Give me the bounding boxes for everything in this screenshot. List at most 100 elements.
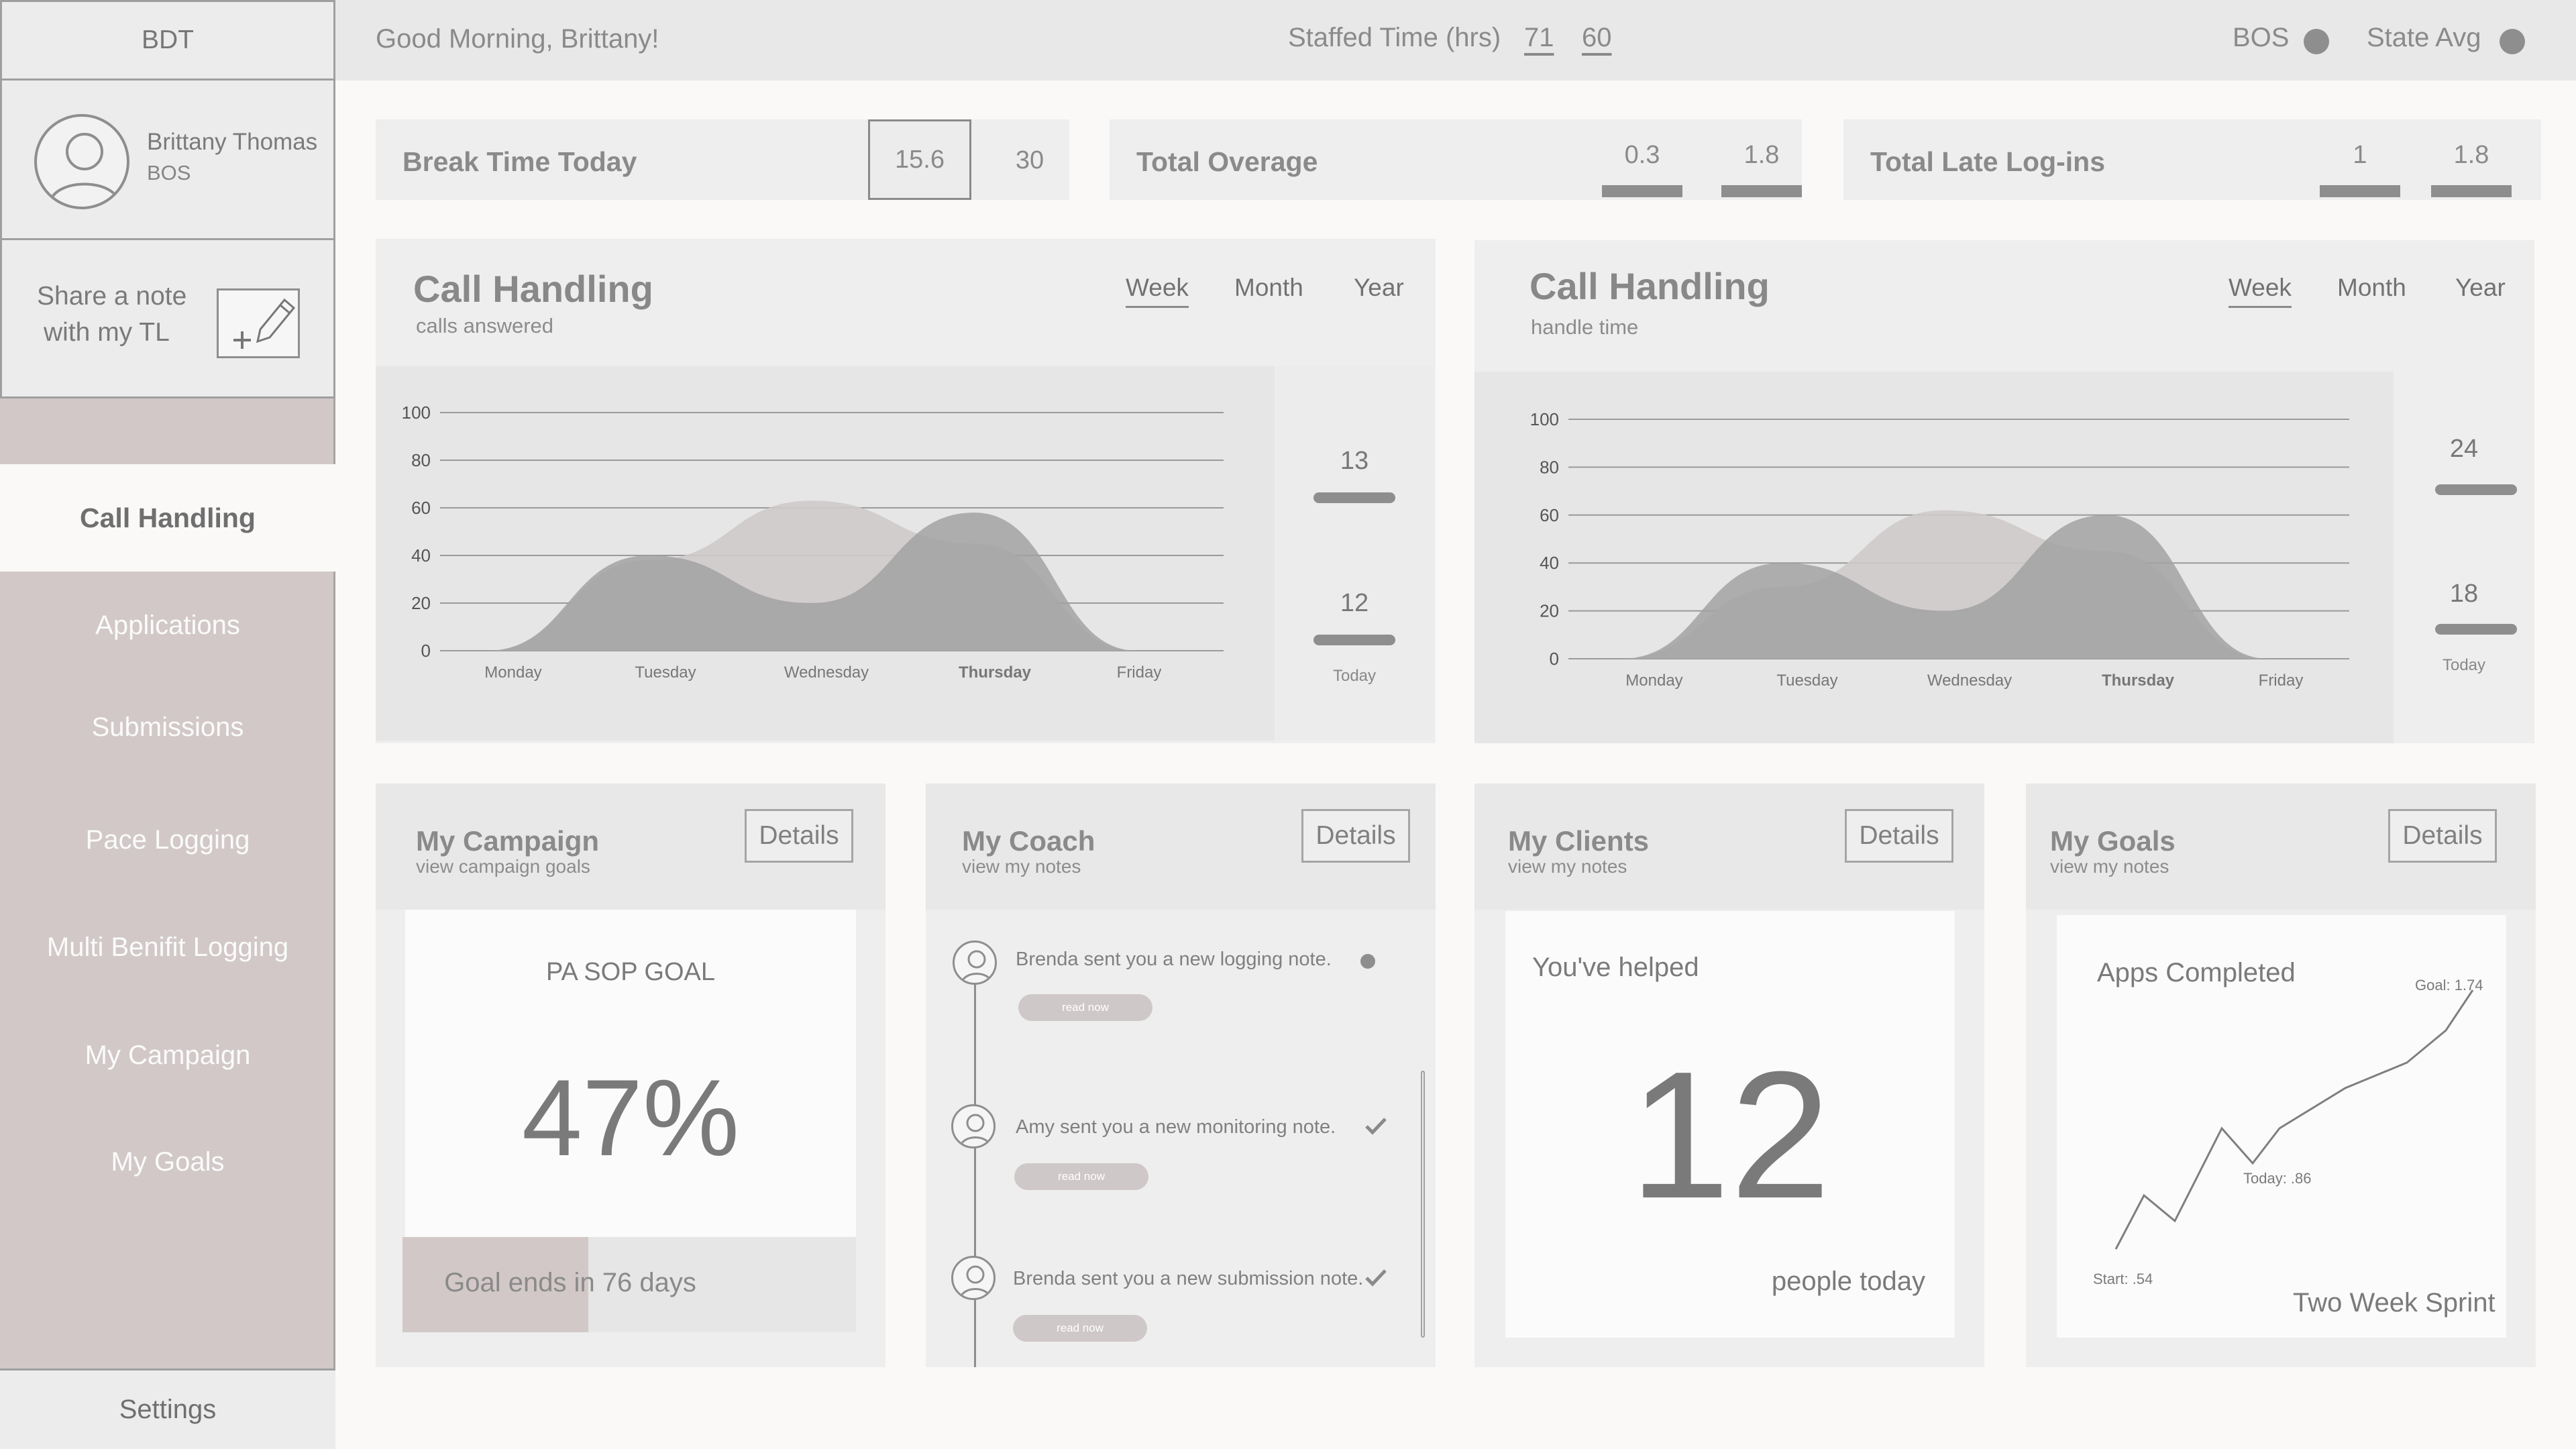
sidebar-item-applications[interactable]: Applications [0,598,335,652]
legend-bos-label: BOS [2233,23,2290,52]
avatar [34,114,129,209]
note-text[interactable]: Brenda sent you a new submission note. [1013,1268,1363,1290]
checkmark-icon [1365,1269,1387,1287]
y-tick-label: 20 [411,593,431,613]
goal-progress-track: Goal ends in 76 days [402,1237,856,1332]
today-label: Today [1332,667,1377,685]
break-time-value: 15.6 [868,119,971,200]
sidebar-item-call-handling[interactable]: Call Handling [0,464,335,572]
user-icon [959,1114,992,1146]
x-tick-label: Wednesday [784,663,869,682]
tab-year[interactable]: Year [2455,274,2506,302]
goal-percent: 47% [521,1057,740,1179]
details-button[interactable]: Details [745,809,853,863]
today-bos-value: 13 [1340,447,1369,475]
today-state-bar [1313,635,1395,645]
chart-title: Call Handling [413,268,653,310]
notes-scrollbar[interactable] [1421,1071,1425,1338]
y-tick-label: 0 [421,641,431,661]
x-tick-label: Thursday [2102,672,2175,690]
sidebar-item-submissions[interactable]: Submissions [0,700,335,754]
details-button[interactable]: Details [2388,809,2497,863]
staffed-time-bos[interactable]: 71 [1524,23,1554,53]
read-now-button[interactable]: read now [1014,1163,1148,1190]
total-overage-avg-bar [1721,185,1802,197]
goal-footer: Goal ends in 76 days [444,1268,696,1297]
total-overage-avg: 1.8 [1743,141,1780,169]
area-chart-calls: 0 20 40 60 80 100 Monday Tuesday Wednesday Thursd… [402,402,1224,682]
goal-label: PA SOP GOAL [545,958,716,986]
helped-footer: people today [1771,1267,1925,1296]
read-now-button[interactable]: read now [1018,994,1152,1021]
sidebar-item-multi-benifit-logging[interactable]: Multi Benifit Logging [0,920,335,974]
greeting: Good Morning, Brittany! [376,24,659,54]
brand-logo[interactable]: BDT [0,0,335,80]
x-tick-label: Tuesday [635,663,696,682]
avatar [953,941,997,985]
share-note-line2: with my TL [44,318,170,347]
total-late-logins-bar [2320,185,2400,197]
total-overage-label: Total Overage [1136,146,1318,177]
user-icon [960,950,994,983]
card-title: My Clients [1508,825,1650,857]
x-tick-label: Thursday [959,663,1032,682]
tab-month[interactable]: Month [1234,274,1303,302]
sidebar-item-my-campaign[interactable]: My Campaign [0,1028,335,1082]
sidebar-item-settings[interactable]: Settings [0,1368,335,1449]
total-late-logins-card[interactable]: Total Late Log-ins 1 1.8 [1843,119,2541,200]
my-campaign-card: My Campaign view campaign goals Details … [376,784,885,1367]
total-late-logins-value: 1 [2353,141,2367,169]
y-tick-label: 0 [1550,649,1559,669]
user-profile[interactable]: Brittany Thomas BOS [0,80,335,240]
total-overage-bar [1602,185,1682,197]
share-note-button[interactable] [217,288,300,358]
y-tick-label: 40 [1540,553,1559,573]
today-bos-value: 24 [2449,435,2479,463]
total-overage-card[interactable]: Total Overage 0.3 1.8 [1110,119,1802,200]
card-title: My Goals [2050,825,2176,857]
y-tick-label: 20 [1540,601,1559,621]
x-tick-label: Friday [2259,672,2304,690]
read-now-button[interactable]: read now [1013,1315,1147,1342]
sidebar-item-pace-logging[interactable]: Pace Logging [0,813,335,867]
timeline-line [974,945,976,1367]
total-overage-value: 0.3 [1624,141,1660,169]
staffed-time-state[interactable]: 60 [1582,23,1612,53]
legend-state-label: State Avg [2367,23,2481,52]
helped-label: You've helped [1532,953,1699,982]
note-text[interactable]: Brenda sent you a new logging note. [1016,949,1332,971]
sidebar-item-my-goals[interactable]: My Goals [0,1135,335,1189]
break-time-limit: 30 [1015,146,1044,174]
user-icon [959,1265,992,1298]
tab-month[interactable]: Month [2337,274,2406,302]
user-name: Brittany Thomas [147,129,318,155]
share-note-panel[interactable]: Share a note with my TL [0,240,335,398]
y-tick-label: 100 [1530,409,1559,429]
total-late-logins-label: Total Late Log-ins [1870,146,2106,177]
helped-number: 12 [1629,1034,1831,1236]
chart-today-summary: 13 12 Today [1276,366,1433,741]
x-tick-label: Monday [484,663,541,682]
user-role: BOS [147,161,191,184]
card-subtitle: view my notes [2050,856,2169,877]
break-time-card[interactable]: Break Time Today 15.6 30 [376,119,1069,200]
note-text[interactable]: Amy sent you a new monitoring note. [1016,1116,1336,1138]
x-tick-label: Friday [1117,663,1162,682]
total-late-logins-avg-bar [2431,185,2512,197]
checkmark-icon [1365,1118,1387,1135]
card-title: My Coach [962,825,1095,857]
area-chart-handle-time: 0 20 40 60 80 100 Monday Tuesday Wednesday Thursd… [1530,409,2349,690]
my-coach-card: My Coach view my notes Details Brenda se… [926,784,1436,1367]
y-tick-label: 100 [402,402,431,423]
call-handling-time-panel: Call Handling handle time Week Month Yea… [1474,240,2534,743]
x-tick-label: Monday [1625,672,1682,690]
share-note-line1: Share a note [37,282,187,311]
details-button[interactable]: Details [1301,809,1410,863]
tab-week[interactable]: Week [2229,274,2292,308]
today-state-value: 18 [2449,580,2479,608]
tab-week[interactable]: Week [1126,274,1189,308]
tab-year[interactable]: Year [1354,274,1404,302]
clients-helped-box: You've helped 12 people today [1505,911,1955,1338]
y-tick-label: 40 [411,545,431,566]
details-button[interactable]: Details [1845,809,1953,863]
